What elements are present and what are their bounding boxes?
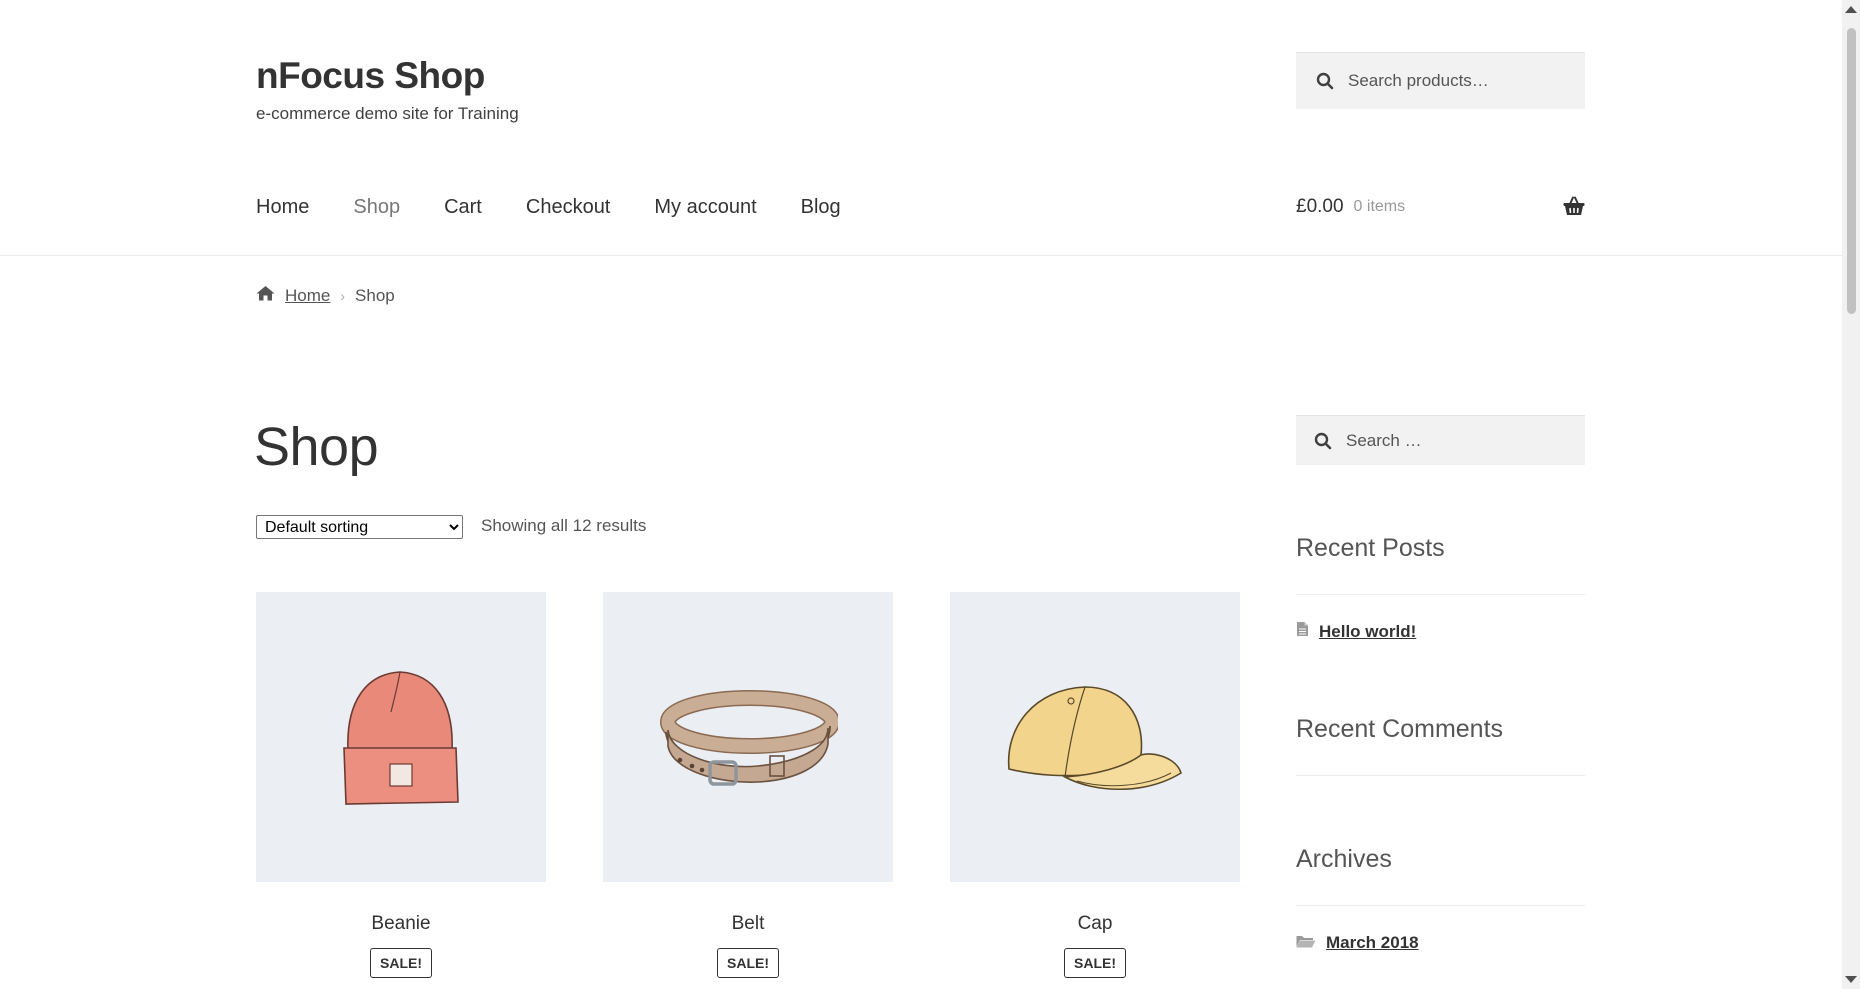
nav-shop[interactable]: Shop [353, 192, 400, 222]
product-card: Beanie SALE! [256, 592, 546, 978]
result-count: Showing all 12 results [481, 516, 647, 535]
search-icon [1316, 71, 1336, 91]
widget-divider [1296, 594, 1585, 595]
archive-link[interactable]: March 2018 [1326, 933, 1419, 953]
archives-title: Archives [1296, 845, 1392, 873]
home-icon [256, 285, 275, 306]
search-icon [1314, 431, 1334, 451]
recent-post-item: Hello world! [1296, 621, 1416, 642]
breadcrumb-separator: › [340, 287, 346, 304]
sale-badge: SALE! [717, 948, 779, 978]
page-scrollbar[interactable] [1842, 0, 1860, 989]
sidebar-search [1296, 415, 1585, 465]
header-search [1296, 52, 1585, 109]
header-search-input[interactable] [1346, 70, 1570, 92]
product-name[interactable]: Belt [603, 910, 893, 938]
site-description: e-commerce demo site for Training [256, 104, 519, 123]
primary-navigation: Home Shop Cart Checkout My account Blog [256, 192, 885, 222]
site-title[interactable]: nFocus Shop [256, 52, 485, 100]
product-image-belt[interactable] [603, 592, 893, 882]
scroll-down-arrow-icon[interactable] [1845, 976, 1857, 983]
recent-post-link[interactable]: Hello world! [1319, 622, 1416, 642]
sidebar-search-input[interactable] [1344, 429, 1568, 452]
product-name[interactable]: Beanie [256, 910, 546, 938]
product-image-cap[interactable] [950, 592, 1240, 882]
product-name[interactable]: Cap [950, 910, 1240, 938]
widget-divider [1296, 775, 1585, 776]
widget-divider [1296, 905, 1585, 906]
product-image-beanie[interactable] [256, 592, 546, 882]
nav-cart[interactable]: Cart [444, 192, 482, 222]
folder-icon [1296, 933, 1316, 953]
sale-badge: SALE! [1064, 948, 1126, 978]
cart-total: £0.00 [1296, 196, 1344, 217]
page: nFocus Shop e-commerce demo site for Tra… [0, 0, 1842, 989]
nav-blog[interactable]: Blog [801, 192, 841, 222]
header-cart[interactable]: £0.00 0 items [1296, 192, 1585, 222]
header-divider [0, 255, 1842, 256]
breadcrumb: Home › Shop [256, 285, 395, 306]
nav-home[interactable]: Home [256, 192, 309, 222]
nav-checkout[interactable]: Checkout [526, 192, 611, 222]
scroll-up-arrow-icon[interactable] [1845, 6, 1857, 13]
recent-posts-title: Recent Posts [1296, 534, 1445, 562]
nav-my-account[interactable]: My account [654, 192, 756, 222]
scrollbar-thumb[interactable] [1847, 28, 1856, 314]
recent-comments-title: Recent Comments [1296, 715, 1504, 743]
product-card: Cap SALE! [950, 592, 1240, 978]
sort-select[interactable]: Default sorting [256, 515, 463, 539]
cart-count: 0 items [1353, 198, 1406, 215]
archive-item: March 2018 [1296, 933, 1419, 953]
basket-icon[interactable] [1563, 196, 1585, 221]
sale-badge: SALE! [370, 948, 432, 978]
breadcrumb-home-link[interactable]: Home [285, 286, 330, 306]
breadcrumb-current: Shop [355, 285, 395, 305]
product-card: Belt SALE! [603, 592, 893, 978]
document-icon [1296, 621, 1309, 642]
page-title: Shop [254, 417, 379, 477]
